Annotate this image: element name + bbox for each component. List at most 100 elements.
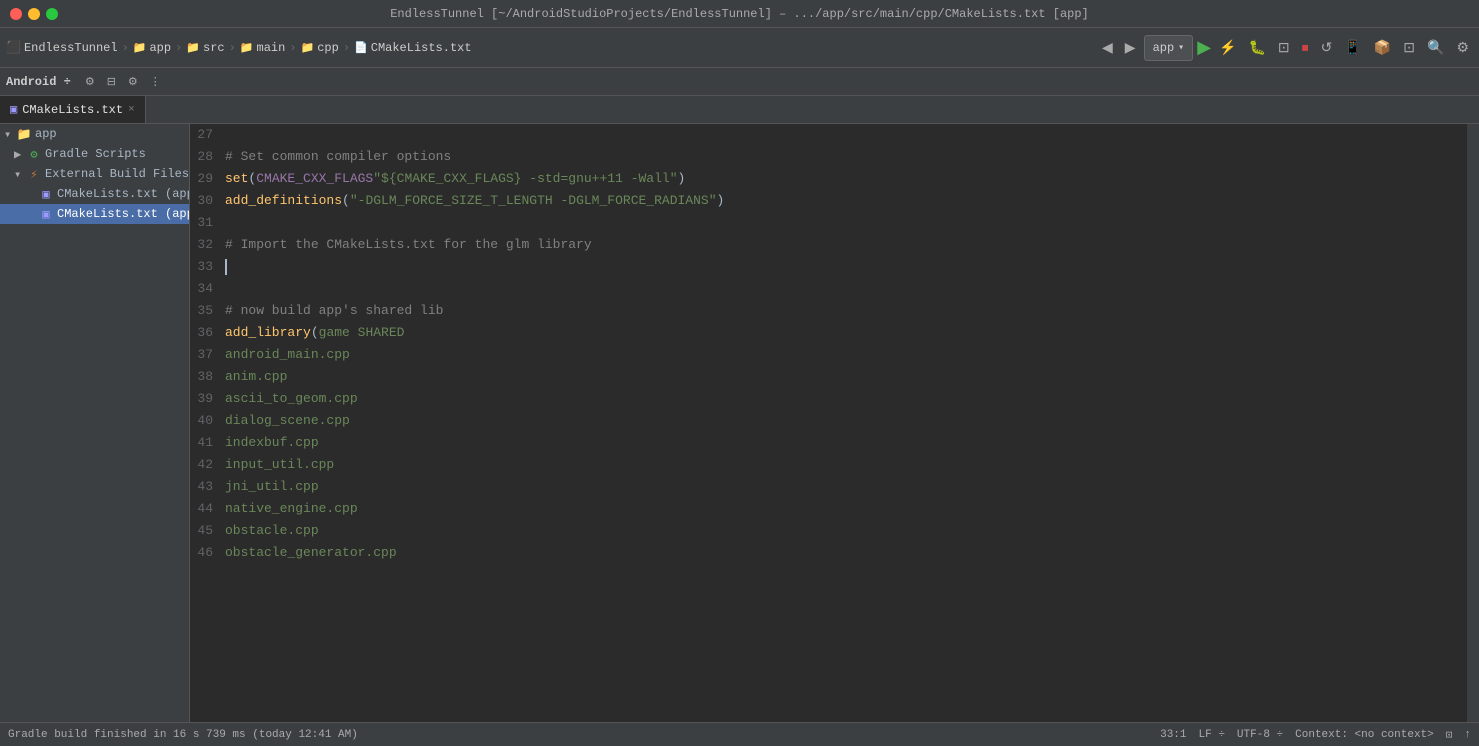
code-line-43: 43 jni_util.cpp xyxy=(190,476,1467,498)
cmake-file-icon: ▣ xyxy=(10,102,17,117)
folder-icon-2: 📁 xyxy=(186,41,200,55)
code-line-32: 32 # Import the CMakeLists.txt for the g… xyxy=(190,234,1467,256)
breadcrumb: ⬛ EndlessTunnel › 📁 app › 📁 src › 📁 main… xyxy=(6,40,472,55)
code-line-33: 33 xyxy=(190,256,1467,278)
folder-icon-1: 📁 xyxy=(133,41,147,55)
toolbar-actions: ◀ ▶ app ▾ ▶ ⚡ 🐛 ⊡ ⏹ ↺ 📱 📦 ⊡ 🔍 ⚙ xyxy=(1098,35,1473,61)
breadcrumb-item-5[interactable]: 📄 CMakeLists.txt xyxy=(354,41,472,55)
status-right: 33:1 LF ÷ UTF-8 ÷ Context: <no context> … xyxy=(1160,728,1471,742)
expand-icon-app: ▾ xyxy=(4,127,16,142)
breadcrumb-item-2[interactable]: 📁 src xyxy=(186,41,224,55)
traffic-lights[interactable] xyxy=(10,8,58,20)
editor-area: 27 28 # Set common compiler options 29 s… xyxy=(190,124,1479,722)
settings-icon[interactable]: ⚙ xyxy=(1452,37,1473,58)
collapse-all-btn[interactable]: ⊟ xyxy=(103,73,120,90)
settings-btn[interactable]: ⚙ xyxy=(124,73,142,90)
sidebar-label-external: External Build Files xyxy=(45,167,189,181)
tab-bar: ▣ CMakeLists.txt × xyxy=(0,96,1479,124)
sidebar-label-gradle: Gradle Scripts xyxy=(45,147,146,161)
expand-icon-gradle: ▶ xyxy=(14,147,26,162)
vcs-icon[interactable]: ↑ xyxy=(1464,729,1471,741)
maximize-button[interactable] xyxy=(46,8,58,20)
code-line-40: 40 dialog_scene.cpp xyxy=(190,410,1467,432)
stop-button[interactable]: ⏹ xyxy=(1298,37,1313,58)
expand-icon-external: ▾ xyxy=(14,167,26,182)
profile-button[interactable]: ⚡ xyxy=(1215,37,1240,58)
more-btn[interactable]: ⋮ xyxy=(146,73,165,90)
code-line-41: 41 indexbuf.cpp xyxy=(190,432,1467,454)
file-icon-5: 📄 xyxy=(354,41,368,55)
forward-button[interactable]: ▶ xyxy=(1121,37,1140,58)
status-text: Gradle build finished in 16 s 739 ms (to… xyxy=(8,729,358,741)
sidebar-label-app: app xyxy=(35,127,57,141)
title-bar: EndlessTunnel [~/AndroidStudioProjects/E… xyxy=(0,0,1479,28)
code-line-30: 30 add_definitions("-DGLM_FORCE_SIZE_T_L… xyxy=(190,190,1467,212)
sdk-button[interactable]: 📦 xyxy=(1370,37,1395,58)
attach-button[interactable]: ⊡ xyxy=(1274,37,1294,58)
main-content: ▾ 📁 app ▶ ⚙ Gradle Scripts ▾ ⚡ External … xyxy=(0,124,1479,722)
sidebar-item-cmake-2[interactable]: ▶ ▣ CMakeLists.txt (app, ...) xyxy=(0,204,189,224)
run-button[interactable]: ▶ xyxy=(1197,37,1211,58)
cursor-position[interactable]: 33:1 xyxy=(1160,729,1186,741)
cursor xyxy=(225,259,227,275)
code-line-44: 44 native_engine.cpp xyxy=(190,498,1467,520)
tab-close-button[interactable]: × xyxy=(128,104,135,116)
sidebar-label-cmake-1: CMakeLists.txt (app, ...) xyxy=(57,187,189,201)
project-icon: ⬛ xyxy=(6,40,21,55)
search-button[interactable]: 🔍 xyxy=(1423,37,1448,58)
code-line-29: 29 set(CMAKE_CXX_FLAGS "${CMAKE_CXX_FLAG… xyxy=(190,168,1467,190)
breadcrumb-item-0[interactable]: ⬛ EndlessTunnel xyxy=(6,40,118,55)
indent-icon[interactable]: ⊡ xyxy=(1446,728,1453,742)
code-line-45: 45 obstacle.cpp xyxy=(190,520,1467,542)
sidebar-item-external-build[interactable]: ▾ ⚡ External Build Files xyxy=(0,164,189,184)
code-container[interactable]: 27 28 # Set common compiler options 29 s… xyxy=(190,124,1479,722)
sidebar-item-cmake-1[interactable]: ▶ ▣ CMakeLists.txt (app, ...) xyxy=(0,184,189,204)
breadcrumb-label-3: main xyxy=(257,41,286,55)
android-label: Android ÷ xyxy=(6,75,77,89)
breadcrumb-item-3[interactable]: 📁 main xyxy=(240,41,286,55)
code-line-35: 35 # now build app's shared lib xyxy=(190,300,1467,322)
folder-icon-3: 📁 xyxy=(240,41,254,55)
main-toolbar: ⬛ EndlessTunnel › 📁 app › 📁 src › 📁 main… xyxy=(0,28,1479,68)
sidebar: ▾ 📁 app ▶ ⚙ Gradle Scripts ▾ ⚡ External … xyxy=(0,124,190,722)
line-ending[interactable]: LF ÷ xyxy=(1199,729,1225,741)
breadcrumb-label-0: EndlessTunnel xyxy=(24,41,118,55)
code-line-46: 46 obstacle_generator.cpp xyxy=(190,542,1467,564)
minimize-button[interactable] xyxy=(28,8,40,20)
sync-button[interactable]: ↺ xyxy=(1317,37,1337,58)
close-button[interactable] xyxy=(10,8,22,20)
breadcrumb-label-1: app xyxy=(149,41,171,55)
sidebar-item-gradle[interactable]: ▶ ⚙ Gradle Scripts xyxy=(0,144,189,164)
sync-project-btn[interactable]: ⚙ xyxy=(81,73,99,90)
back-button[interactable]: ◀ xyxy=(1098,37,1117,58)
secondary-toolbar: Android ÷ ⚙ ⊟ ⚙ ⋮ xyxy=(0,68,1479,96)
code-line-42: 42 input_util.cpp xyxy=(190,454,1467,476)
breadcrumb-item-4[interactable]: 📁 cpp xyxy=(301,41,339,55)
code-line-38: 38 anim.cpp xyxy=(190,366,1467,388)
right-gutter xyxy=(1467,124,1479,722)
app-selector[interactable]: app ▾ xyxy=(1144,35,1194,61)
code-line-28: 28 # Set common compiler options xyxy=(190,146,1467,168)
sidebar-item-app[interactable]: ▾ 📁 app xyxy=(0,124,189,144)
code-line-37: 37 android_main.cpp xyxy=(190,344,1467,366)
cmake-icon-2: ▣ xyxy=(38,206,54,222)
gradle-icon: ⚙ xyxy=(26,146,42,162)
breadcrumb-item-1[interactable]: 📁 app xyxy=(133,41,171,55)
context-info: Context: <no context> xyxy=(1295,729,1434,741)
code-line-36: 36 add_library(game SHARED xyxy=(190,322,1467,344)
tab-cmakelists[interactable]: ▣ CMakeLists.txt × xyxy=(0,96,146,123)
debug-button[interactable]: 🐛 xyxy=(1244,37,1269,58)
folder-icon-4: 📁 xyxy=(301,41,315,55)
structure-button[interactable]: ⊡ xyxy=(1399,37,1419,58)
sidebar-label-cmake-2: CMakeLists.txt (app, ...) xyxy=(57,207,189,221)
avd-button[interactable]: 📱 xyxy=(1340,37,1365,58)
breadcrumb-label-2: src xyxy=(203,41,225,55)
status-message: Gradle build finished in 16 s 739 ms (to… xyxy=(8,729,1150,741)
breadcrumb-label-5: CMakeLists.txt xyxy=(371,41,472,55)
external-build-icon: ⚡ xyxy=(26,166,42,182)
chevron-down-icon: ▾ xyxy=(1178,42,1184,54)
code-line-39: 39 ascii_to_geom.cpp xyxy=(190,388,1467,410)
breadcrumb-label-4: cpp xyxy=(317,41,339,55)
encoding[interactable]: UTF-8 ÷ xyxy=(1237,729,1283,741)
cmake-icon-1: ▣ xyxy=(38,186,54,202)
